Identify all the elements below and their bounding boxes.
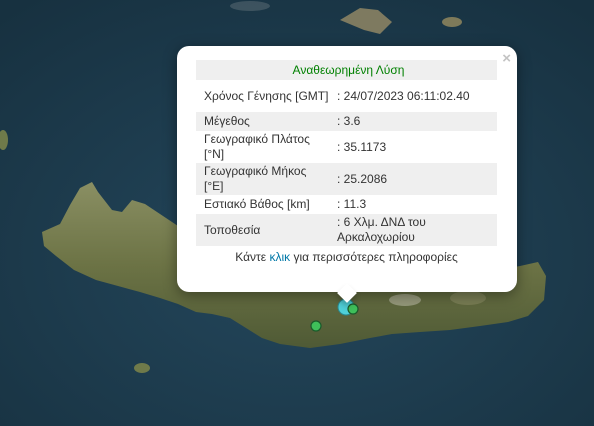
latitude-value: : 35.1173 [337, 139, 387, 154]
table-row: Εστιακό Βάθος [km] : 11.3 [196, 195, 497, 214]
close-icon[interactable]: × [502, 50, 511, 67]
event-marker [347, 303, 359, 315]
table-row: Γεωγραφικό Πλάτος [°N] : 35.1173 [196, 131, 497, 163]
origin-time-value: : 24/07/2023 06:11:02.40 [337, 88, 470, 103]
event-marker [310, 320, 322, 332]
latitude-label: Γεωγραφικό Πλάτος [°N] [204, 132, 310, 161]
map-view[interactable]: × Αναθεωρημένη Λύση Χρόνος Γένησης [GMT]… [0, 0, 594, 426]
location-value: : 6 Χλμ. ΔΝΔ του Αρκαλοχωρίου [333, 214, 497, 246]
table-row: Μέγεθος : 3.6 [196, 112, 497, 131]
longitude-value: : 25.2086 [333, 163, 497, 195]
longitude-label: Γεωγραφικό Μήκος [°E] [196, 163, 333, 195]
earthquake-info-popup: × Αναθεωρημένη Λύση Χρόνος Γένησης [GMT]… [177, 46, 517, 303]
location-label: Τοποθεσία [196, 214, 333, 246]
earthquake-details-table: Αναθεωρημένη Λύση Χρόνος Γένησης [GMT] :… [196, 60, 497, 246]
magnitude-value: : 3.6 [333, 112, 497, 131]
origin-time-label: Χρόνος Γένησης [GMT] [204, 88, 329, 103]
magnitude-label: Μέγεθος [196, 112, 333, 131]
depth-value: : 11.3 [337, 197, 367, 211]
table-row: Γεωγραφικό Μήκος [°E] : 25.2086 [196, 163, 497, 195]
more-info-link[interactable]: κλικ [269, 250, 290, 264]
popup-title: Αναθεωρημένη Λύση [196, 60, 497, 80]
table-row: Χρόνος Γένησης [GMT] : 24/07/2023 06:11:… [196, 80, 497, 112]
depth-label: Εστιακό Βάθος [km] [204, 197, 310, 211]
more-info-text: Κάντε κλικ για περισσότερες πληροφορίες [235, 250, 458, 264]
table-row: Τοποθεσία : 6 Χλμ. ΔΝΔ του Αρκαλοχωρίου [196, 214, 497, 246]
